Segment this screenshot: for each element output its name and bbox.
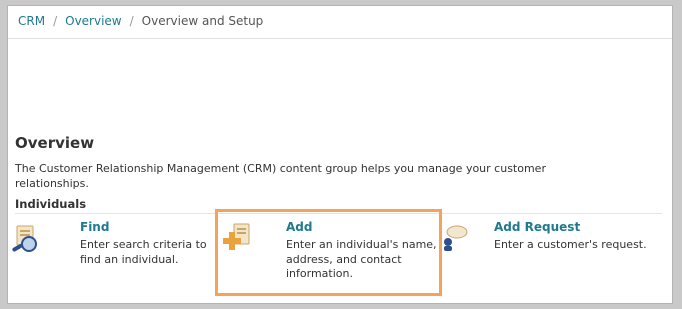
breadcrumb: CRM / Overview / Overview and Setup	[8, 6, 672, 39]
add-description: Enter an individual's name, address, and…	[286, 238, 437, 280]
add-request-link[interactable]: Add Request	[494, 220, 580, 234]
breadcrumb-overview-link[interactable]: Overview	[65, 14, 122, 28]
add-request-icon[interactable]	[440, 222, 468, 256]
add-individual-icon[interactable]	[222, 222, 254, 258]
content-frame: CRM / Overview / Overview and Setup Overview…	[7, 5, 673, 304]
action-add: Add Enter an individual's name, address,…	[218, 216, 440, 296]
breadcrumb-current: Overview and Setup	[141, 14, 264, 28]
section-divider	[15, 213, 662, 214]
breadcrumb-crm-link[interactable]: CRM	[18, 14, 45, 28]
add-request-description: Enter a customer's request.	[494, 238, 647, 251]
page-title: Overview	[15, 134, 95, 152]
action-add-request: Add Request Enter a customer's request.	[438, 216, 668, 296]
action-find: Find Enter search criteria to find an in…	[8, 216, 218, 296]
breadcrumb-separator: /	[129, 14, 134, 28]
find-individual-icon[interactable]	[11, 224, 43, 260]
page-description: The Customer Relationship Management (CR…	[15, 162, 546, 190]
find-description: Enter search criteria to find an individ…	[80, 238, 207, 266]
section-title-individuals: Individuals	[15, 197, 87, 211]
find-link[interactable]: Find	[80, 220, 109, 234]
breadcrumb-separator: /	[53, 14, 58, 28]
add-link[interactable]: Add	[286, 220, 312, 234]
